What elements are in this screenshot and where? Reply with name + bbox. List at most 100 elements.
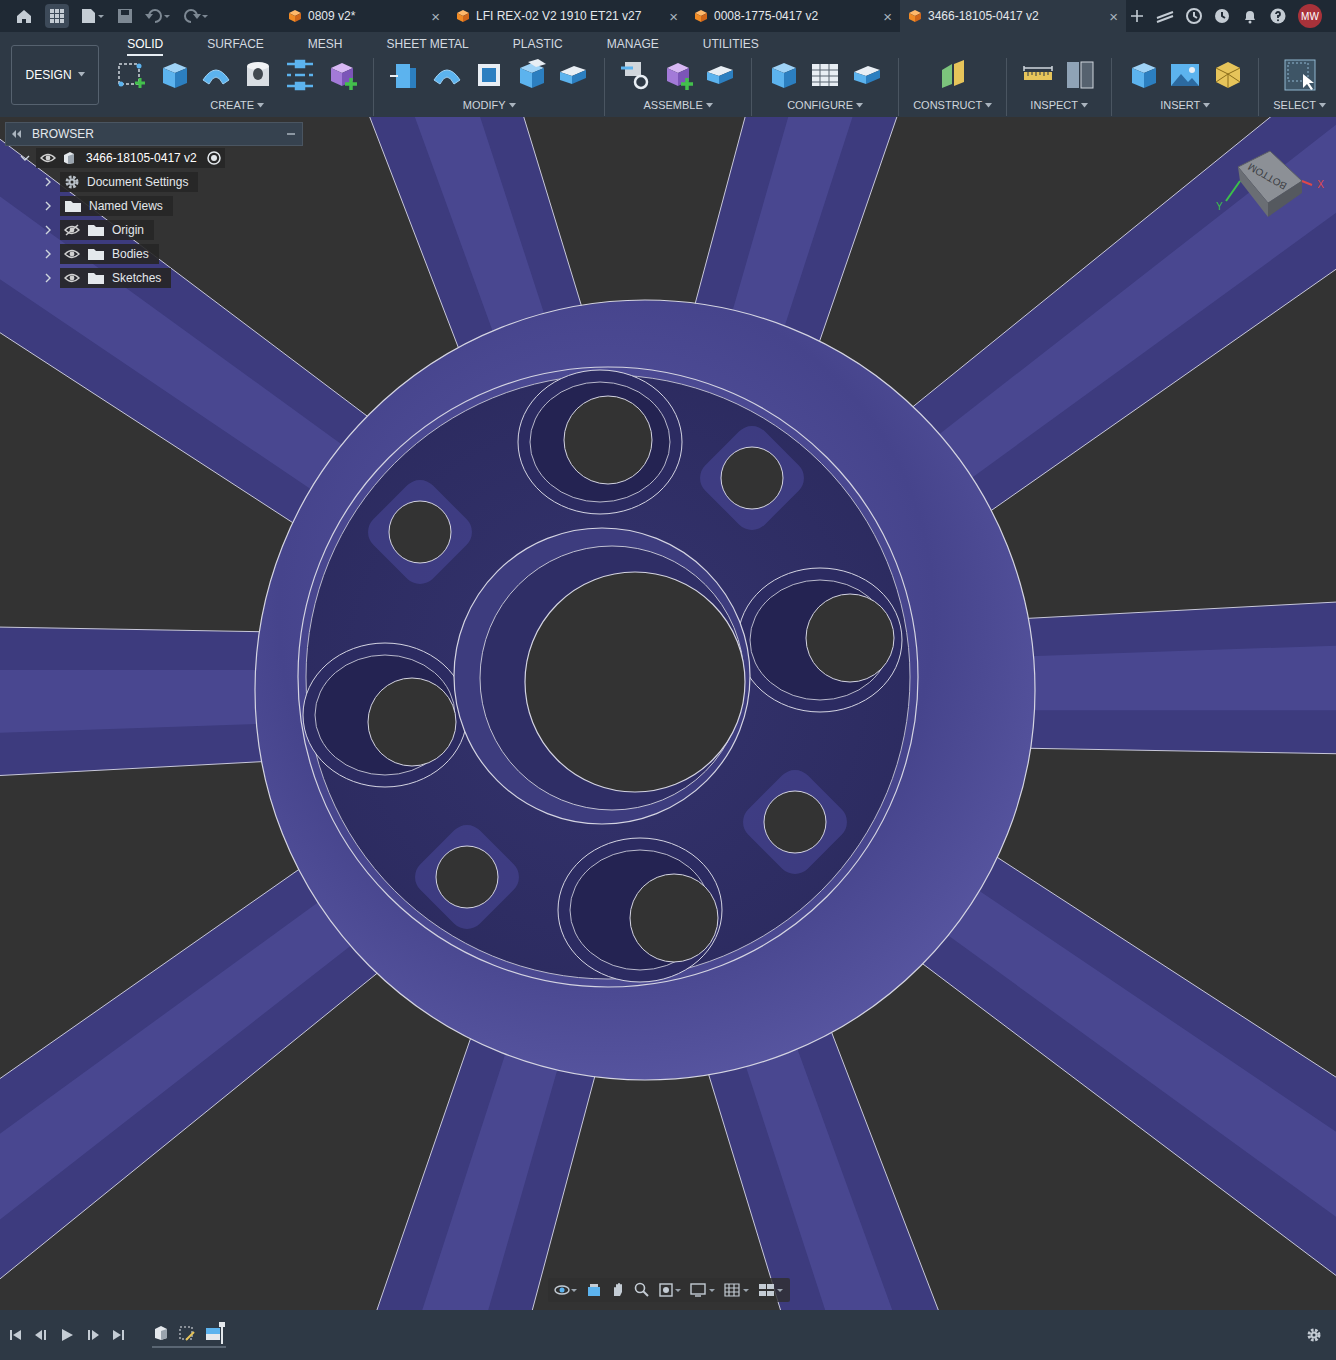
combine-tool-icon[interactable] [514,58,548,92]
group-menu[interactable]: CONFIGURE [787,97,863,114]
sketch-feature-icon[interactable] [178,1324,196,1342]
group-menu[interactable]: INSERT [1160,97,1210,114]
table-tool-icon[interactable] [808,58,842,92]
tab-close[interactable]: × [1109,9,1118,24]
display-settings-icon[interactable] [690,1282,716,1298]
mesh-tool-icon[interactable] [1210,58,1244,92]
tab-close[interactable]: × [669,9,678,24]
bell-icon[interactable] [1242,8,1258,24]
orbit-icon[interactable] [554,1282,578,1298]
help-icon[interactable] [1270,8,1286,24]
image-tool-icon[interactable] [1168,58,1202,92]
body-feature-icon[interactable] [152,1324,170,1342]
data-panel-button[interactable] [45,4,69,28]
box-tool-icon[interactable] [157,58,191,92]
step-forward-icon[interactable] [86,1329,100,1341]
eye-icon[interactable] [64,248,80,260]
flat-tool-icon[interactable] [556,58,590,92]
zoom-icon[interactable] [634,1282,650,1298]
group-menu[interactable]: INSPECT [1030,97,1088,114]
home-icon[interactable] [15,8,33,24]
browser-item[interactable]: Document Settings [5,170,303,194]
active-indicator-icon[interactable] [207,151,221,165]
job-status-icon[interactable] [1186,8,1202,24]
box-tool-icon[interactable] [1126,58,1160,92]
expand-caret-icon[interactable] [44,273,52,283]
workspace-tab[interactable]: SOLID [127,37,163,56]
workspace-tab[interactable]: MESH [308,37,343,56]
document-tab[interactable]: 0008-1775-0417 v2× [686,0,900,32]
group-menu[interactable]: CREATE [210,97,264,114]
save-icon[interactable] [117,8,133,24]
plus-tool-icon[interactable] [325,58,359,92]
group-menu[interactable]: ASSEMBLE [643,97,712,114]
workspace-tab[interactable]: SHEET METAL [387,37,469,56]
section-tool-icon[interactable] [1063,58,1097,92]
document-tab[interactable]: LFI REX-02 V2 1910 ET21 v27× [448,0,686,32]
expand-caret-icon[interactable] [44,177,52,187]
look-at-icon[interactable] [586,1282,602,1298]
workspace-switcher[interactable]: DESIGN [11,45,99,105]
browser-item[interactable]: Named Views [5,194,303,218]
cursor-tool-icon[interactable] [1283,58,1317,92]
user-avatar[interactable]: MW [1298,4,1322,28]
viewports-icon[interactable] [758,1282,784,1298]
workspace-tab[interactable]: PLASTIC [513,37,563,56]
tab-close[interactable]: × [431,9,440,24]
browser-item[interactable]: Bodies [5,242,303,266]
box-tool-icon[interactable] [766,58,800,92]
shell-tool-icon[interactable] [472,58,506,92]
pattern-tool-icon[interactable] [283,58,317,92]
document-tab[interactable]: 3466-18105-0417 v2× [900,0,1126,32]
group-menu[interactable]: SELECT [1273,97,1326,114]
browser-root[interactable]: 3466-18105-0417 v2 [5,146,303,170]
browser-item[interactable]: Sketches [5,266,303,290]
expand-caret-icon[interactable] [44,201,52,211]
redo-icon[interactable] [183,8,209,24]
group-menu[interactable]: MODIFY [463,97,516,114]
file-icon[interactable] [81,8,105,24]
collapse-icon[interactable] [12,130,22,138]
workspace-tab[interactable]: UTILITIES [703,37,759,56]
pan-icon[interactable] [610,1282,626,1298]
clock-icon[interactable] [1214,8,1230,24]
extensions-icon[interactable] [1156,9,1174,23]
fit-icon[interactable] [658,1282,682,1298]
cyl-tool-icon[interactable] [241,58,275,92]
arc-tool-icon[interactable] [430,58,464,92]
step-back-icon[interactable] [34,1329,48,1341]
eye-icon[interactable] [64,272,80,284]
wheel-model[interactable] [0,117,1336,1310]
go-to-start-icon[interactable] [10,1329,22,1341]
expand-caret-icon[interactable] [20,153,30,163]
joint-tool-icon[interactable] [619,58,653,92]
sketch-tool-icon[interactable] [115,58,149,92]
workspace-tab[interactable]: MANAGE [607,37,659,56]
tab-close[interactable]: × [883,9,892,24]
document-tab[interactable]: 0809 v2*× [280,0,448,32]
grid-settings-icon[interactable] [724,1282,750,1298]
group-menu[interactable]: CONSTRUCT [913,97,992,114]
press-tool-icon[interactable] [388,58,422,92]
expand-caret-icon[interactable] [44,225,52,235]
new-tab-icon[interactable] [1130,9,1144,23]
view-cube[interactable]: BOTTOMXY [1216,141,1316,221]
browser-item[interactable]: Origin [5,218,303,242]
undo-icon[interactable] [145,8,171,24]
go-to-end-icon[interactable] [112,1329,124,1341]
eye-icon[interactable] [40,152,56,164]
timeline-settings-gear-icon[interactable] [1306,1327,1322,1343]
workspace-tab[interactable]: SURFACE [207,37,264,56]
expand-caret-icon[interactable] [44,249,52,259]
viewport[interactable]: BROWSER3466-18105-0417 v2Document Settin… [0,117,1336,1310]
flat-tool-icon[interactable] [703,58,737,92]
insert-feature-icon[interactable] [204,1322,226,1344]
ruler-tool-icon[interactable] [1021,58,1055,92]
flat-tool-icon[interactable] [850,58,884,92]
plus-tool-icon[interactable] [661,58,695,92]
play-icon[interactable] [60,1328,74,1342]
minimize-icon[interactable] [286,129,296,139]
arc-tool-icon[interactable] [199,58,233,92]
hidden-eye-icon[interactable] [64,224,80,236]
plane-tool-icon[interactable] [936,58,970,92]
